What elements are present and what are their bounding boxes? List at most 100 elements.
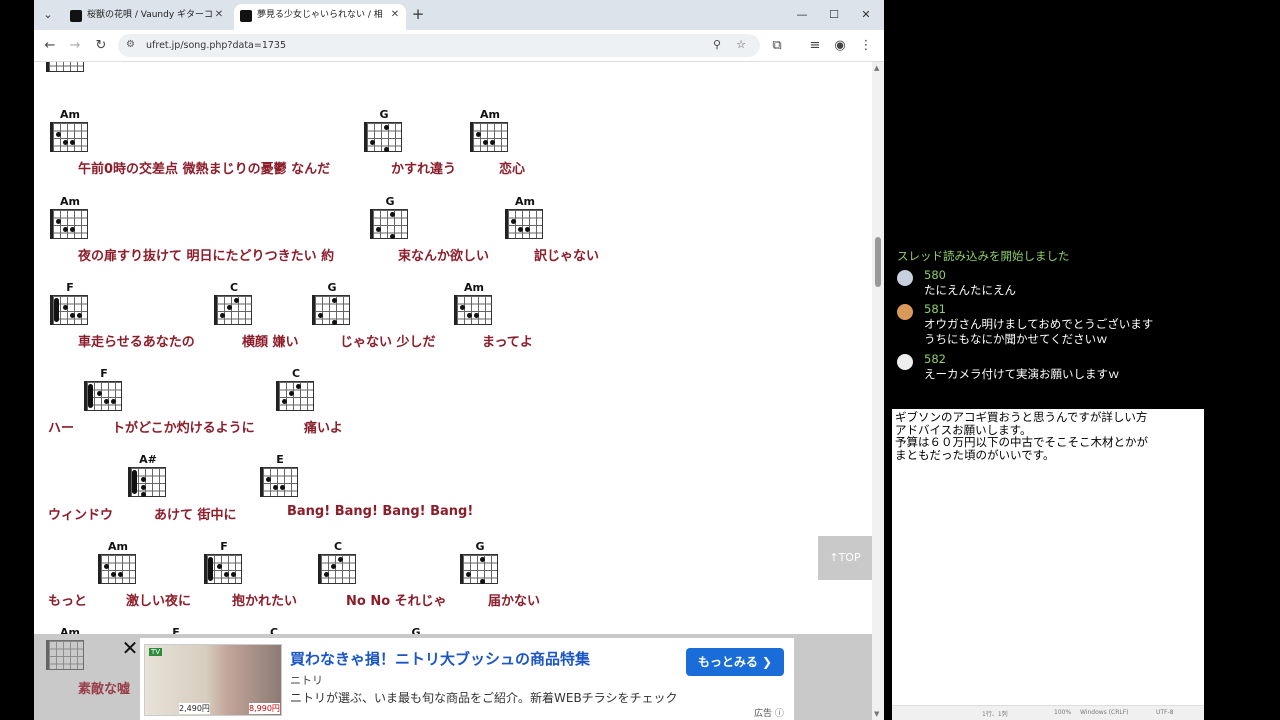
profile-icon[interactable]: ◉ bbox=[831, 37, 849, 55]
lyric-line: No No それじゃ bbox=[346, 594, 447, 609]
chord-diagram bbox=[370, 209, 408, 239]
browser-toolbar: ← → ↻ ⚙ ufret.jp/song.php?data=1735 ⚲ ☆ … bbox=[34, 30, 884, 62]
lyric-line: トがどこか灼けるように bbox=[112, 421, 255, 436]
window-close-icon[interactable]: ✕ bbox=[855, 5, 877, 25]
chord-diagram bbox=[460, 554, 498, 584]
tab-search-chevron-icon[interactable]: ⌄ bbox=[38, 6, 58, 24]
chord-diagram bbox=[214, 295, 252, 325]
tab-active[interactable]: 夢見る少女じゃいられない / 相川七 ✕ bbox=[234, 4, 406, 30]
ad-product-image[interactable]: TV 2,490円 8,990円 bbox=[144, 644, 282, 716]
back-to-top-button[interactable]: ↑TOP bbox=[818, 536, 872, 580]
lyric-line: ハー bbox=[48, 421, 75, 436]
ad-headline[interactable]: 買わなきゃ損！ニトリ大ブッシュの商品特集 bbox=[290, 648, 590, 669]
lyric-line: 夜の扉すり抜けて 明日にたどりつきたい 約 bbox=[78, 249, 335, 264]
chord-name: G bbox=[475, 540, 485, 553]
thread-status: スレッド読み込みを開始しました bbox=[897, 249, 1070, 263]
lyric-line: 抱かれたい bbox=[232, 594, 298, 609]
chord-name: G bbox=[379, 108, 389, 121]
scroll-thumb[interactable] bbox=[875, 237, 881, 287]
chord-name: C bbox=[229, 281, 239, 294]
browser-window: ⌄ 桜獣の花唄 / Vaundy ギターコード/ ✕ 夢見る少女じゃいられない … bbox=[34, 0, 884, 720]
comment-text: たにえんたにえん bbox=[924, 283, 1016, 297]
zoom-icon[interactable]: ⚲ bbox=[708, 36, 726, 54]
lyric-line: 束なんか欲しい bbox=[398, 249, 490, 264]
extensions-icon[interactable]: ⧉ bbox=[768, 37, 786, 55]
ad-price: 2,490円 bbox=[179, 703, 210, 714]
lyric-line: Bang! Bang! Bang! Bang! bbox=[287, 504, 474, 519]
site-favicon-icon bbox=[240, 10, 252, 22]
notepad-window[interactable]: ギブソンのアコギ買おうと思うんですが詳しい方 アドバイスお願いします。 予算は６… bbox=[892, 409, 1204, 720]
ad-content[interactable]: TV 2,490円 8,990円 買わなきゃ損！ニトリ大ブッシュの商品特集 ニト… bbox=[140, 638, 794, 720]
chord-diagram bbox=[46, 62, 84, 72]
tab-bar: ⌄ 桜獣の花唄 / Vaundy ギターコード/ ✕ 夢見る少女じゃいられない … bbox=[34, 0, 884, 30]
scroll-up-arrow-icon[interactable]: ▲ bbox=[874, 64, 879, 72]
ad-close-icon[interactable]: ✕ bbox=[120, 638, 140, 658]
chord-name: F bbox=[220, 540, 228, 553]
comment-text: オウガさん明けましておめでとうございます うちにもなにか聞かせてくださいｗ bbox=[924, 317, 1154, 346]
url-text[interactable]: ufret.jp/song.php?data=1735 bbox=[146, 34, 286, 57]
tab-inactive[interactable]: 桜獣の花唄 / Vaundy ギターコード/ ✕ bbox=[64, 4, 230, 30]
chord-diagram bbox=[50, 209, 88, 239]
status-position: 1行、1列 bbox=[982, 711, 1008, 718]
ad-banner: 素敵な嘘 ✕ TV 2,490円 8,990円 買わなきゃ損！ニトリ大ブッシュの… bbox=[34, 634, 872, 720]
chord-diagram bbox=[505, 209, 543, 239]
lyric-line: まってよ bbox=[482, 335, 533, 350]
site-info-icon[interactable]: ⚙ bbox=[126, 38, 140, 52]
chord-name: G bbox=[327, 281, 337, 294]
scroll-down-arrow-icon[interactable]: ▼ bbox=[874, 710, 879, 718]
chord-diagram bbox=[50, 295, 88, 325]
menu-kebab-icon[interactable]: ⋮ bbox=[857, 37, 875, 55]
chord-name: Am bbox=[515, 195, 535, 208]
lyric-line: もっと bbox=[48, 594, 88, 609]
comment-viewer: スレッド読み込みを開始しました 580 たにえんたにえん 581 オウガさん明け… bbox=[893, 240, 1213, 400]
tab-close-icon[interactable]: ✕ bbox=[388, 4, 402, 26]
chord-name: A# bbox=[139, 453, 157, 466]
lyric-line: 訳じゃない bbox=[534, 249, 600, 264]
lyric-line: かすれ違う bbox=[391, 162, 457, 177]
comment-number: 580 bbox=[924, 268, 946, 282]
page-scrollbar[interactable]: ▲ ▼ bbox=[872, 62, 884, 720]
tab-title: 桜獣の花唄 / Vaundy ギターコード/ bbox=[87, 10, 212, 20]
chord-diagram bbox=[46, 640, 84, 670]
notepad-text[interactable]: ギブソンのアコギ買おうと思うんですが詳しい方 アドバイスお願いします。 予算は６… bbox=[895, 411, 1201, 461]
lyric-line: じゃない 少しだ bbox=[340, 335, 436, 350]
bookmark-star-icon[interactable]: ☆ bbox=[732, 36, 750, 54]
media-control-icon[interactable]: ≡ bbox=[806, 37, 824, 55]
comment-number: 581 bbox=[924, 302, 946, 316]
status-line-ending: Windows (CRLF) bbox=[1080, 709, 1129, 716]
status-encoding: UTF-8 bbox=[1156, 709, 1174, 716]
comment-number: 582 bbox=[924, 352, 946, 366]
lyric-line: 横顔 嫌い bbox=[242, 335, 299, 350]
notepad-status-bar: 1行、1列 100% Windows (CRLF) UTF-8 bbox=[892, 705, 1204, 720]
chord-diagram bbox=[454, 295, 492, 325]
site-favicon-icon bbox=[70, 10, 82, 22]
user-avatar-icon bbox=[897, 304, 913, 320]
maximize-icon[interactable]: ☐ bbox=[823, 5, 845, 25]
back-arrow-icon[interactable]: ← bbox=[41, 37, 59, 55]
chord-name: F bbox=[100, 367, 108, 380]
chord-diagram bbox=[364, 122, 402, 152]
chord-diagram bbox=[276, 381, 314, 411]
ad-info-label[interactable]: 広告 ⓘ bbox=[754, 706, 784, 719]
user-avatar-icon bbox=[897, 270, 913, 286]
ad-price: 8,990円 bbox=[249, 703, 280, 714]
chord-name: C bbox=[333, 540, 343, 553]
chord-name: E bbox=[276, 453, 284, 466]
chord-diagram bbox=[98, 554, 136, 584]
new-tab-plus-icon[interactable]: + bbox=[408, 4, 428, 24]
lyric-line: 激しい夜に bbox=[126, 594, 192, 609]
ad-cta-button[interactable]: もっとみる ❯ bbox=[686, 648, 784, 676]
ad-tv-badge: TV bbox=[149, 648, 163, 656]
reload-icon[interactable]: ↻ bbox=[92, 37, 110, 55]
tab-title: 夢見る少女じゃいられない / 相川七 bbox=[257, 10, 382, 20]
lyric-line: 車走らせるあなたの bbox=[78, 335, 195, 350]
chord-name: Am bbox=[480, 108, 500, 121]
chord-diagram bbox=[204, 554, 242, 584]
minimize-icon[interactable]: — bbox=[791, 5, 813, 25]
forward-arrow-icon[interactable]: → bbox=[66, 37, 84, 55]
chord-name: Am bbox=[60, 195, 80, 208]
chord-name: F bbox=[66, 281, 74, 294]
tab-close-icon[interactable]: ✕ bbox=[212, 4, 226, 26]
address-bar[interactable]: ⚙ ufret.jp/song.php?data=1735 ⚲ ☆ bbox=[118, 34, 760, 57]
chord-diagram bbox=[260, 467, 298, 497]
